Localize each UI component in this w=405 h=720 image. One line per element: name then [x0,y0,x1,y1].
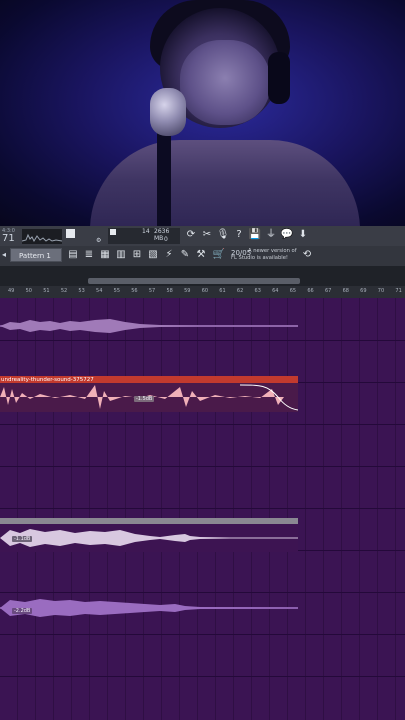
volume-label: -1.1dB [12,536,33,542]
headphone [268,52,290,104]
ruler-tick-label: 63 [254,288,261,294]
ruler-tick-label: 50 [25,288,32,294]
ruler-tick-label: 66 [307,288,314,294]
plugin-icon[interactable]: ⊞ [130,248,144,262]
track-divider [0,592,405,593]
cut-icon[interactable]: ✂ [200,228,214,242]
ruler-tick-label: 58 [166,288,173,294]
mixer-icon[interactable]: ≣ [82,248,96,262]
person-torso [90,140,360,226]
oscilloscope [22,229,62,244]
browser-icon[interactable]: ▧ [146,248,160,262]
ruler-tick-label: 68 [342,288,349,294]
ruler-tick-label: 54 [96,288,103,294]
ruler-tick-label: 56 [131,288,138,294]
voices-label: 0 [164,236,168,243]
notification-line-2: FL Studio is available! [231,255,288,261]
track-divider [0,676,405,677]
track-divider [0,634,405,635]
cart-icon[interactable]: 🛒 [212,248,226,262]
volume-label: -2.2dB [12,608,33,614]
download-icon[interactable]: ⬇ [296,228,310,242]
plug-icon[interactable]: ⚡ [162,248,176,262]
tempo-display[interactable]: 4:3:0 71 [2,229,20,244]
metronome-icon[interactable]: ⏚ [264,228,278,242]
ruler-tick-label: 69 [360,288,367,294]
ruler-tick-label: 71 [395,288,402,294]
chevron-left-icon[interactable]: ◂ [2,250,6,259]
tempo-value: 71 [2,233,15,244]
cpu-label: 14 [142,228,150,235]
notification-text-2[interactable]: FL Studio is available! [231,255,301,262]
ruler-tick-label: 52 [60,288,68,294]
volume-label: -1.5dB [134,396,155,402]
mic-stand [157,130,171,226]
audio-clip-light[interactable]: -1.1dB [0,518,298,552]
horizontal-scrollbar[interactable] [88,278,300,284]
audio-clip-purple[interactable]: -2.2dB [0,594,298,622]
ruler-tick-label: 60 [201,288,209,294]
tools-icon[interactable]: ⚒ [194,248,208,262]
ruler-tick-label: 51 [43,288,50,294]
ruler-tick-label: 61 [219,288,226,294]
audio-clip[interactable] [0,314,298,338]
ruler-tick-label: 62 [236,288,244,294]
performance-monitor: 14 2636 MB 0 [108,228,180,244]
ruler-tick-label: 67 [324,288,332,294]
waveform [0,319,298,333]
pattern-selector[interactable]: Pattern 1 [10,248,62,262]
playlist-icon[interactable]: ▤ [66,248,80,262]
ruler-tick-label: 70 [377,288,385,294]
notification-line-1: A newer version of [248,248,297,254]
channel-rack-icon[interactable]: ▦ [98,248,112,262]
ruler-tick-label: 57 [148,288,156,294]
ruler-tick-label: 55 [113,288,121,294]
ruler-tick-label: 49 [8,288,15,294]
waveform [0,599,298,617]
help-icon[interactable]: ? [232,228,246,242]
webcam-video [0,0,405,226]
microphone [150,88,186,136]
pin-icon[interactable]: ✎ [178,248,192,262]
chat-icon[interactable]: 💬 [280,228,294,242]
ruler-tick-label: 64 [272,288,279,294]
cpu-square-icon [110,229,116,235]
save-icon[interactable]: 💾 [248,228,262,242]
person-face [180,40,270,125]
mic-icon[interactable]: 🎙 [216,228,230,242]
piano-roll-icon[interactable]: ▥ [114,248,128,262]
ruler-tick-label: 53 [78,288,85,294]
ruler-tick-label: 65 [289,288,297,294]
update-icon[interactable]: ⟲ [300,248,314,262]
audio-clip-thunder[interactable]: undreality-thunder-sound-375727 -1.5dB [0,376,298,412]
refresh-icon[interactable]: ⟳ [184,228,198,242]
playlist-area[interactable] [0,298,405,720]
waveform [0,529,298,547]
settings-small-icon[interactable]: ⚙ [96,237,101,244]
track-divider [0,340,405,341]
track-divider [0,466,405,467]
track-divider [0,424,405,425]
track-divider [0,508,405,509]
ruler-tick-label: 59 [184,288,191,294]
step-square-icon[interactable] [66,229,75,238]
